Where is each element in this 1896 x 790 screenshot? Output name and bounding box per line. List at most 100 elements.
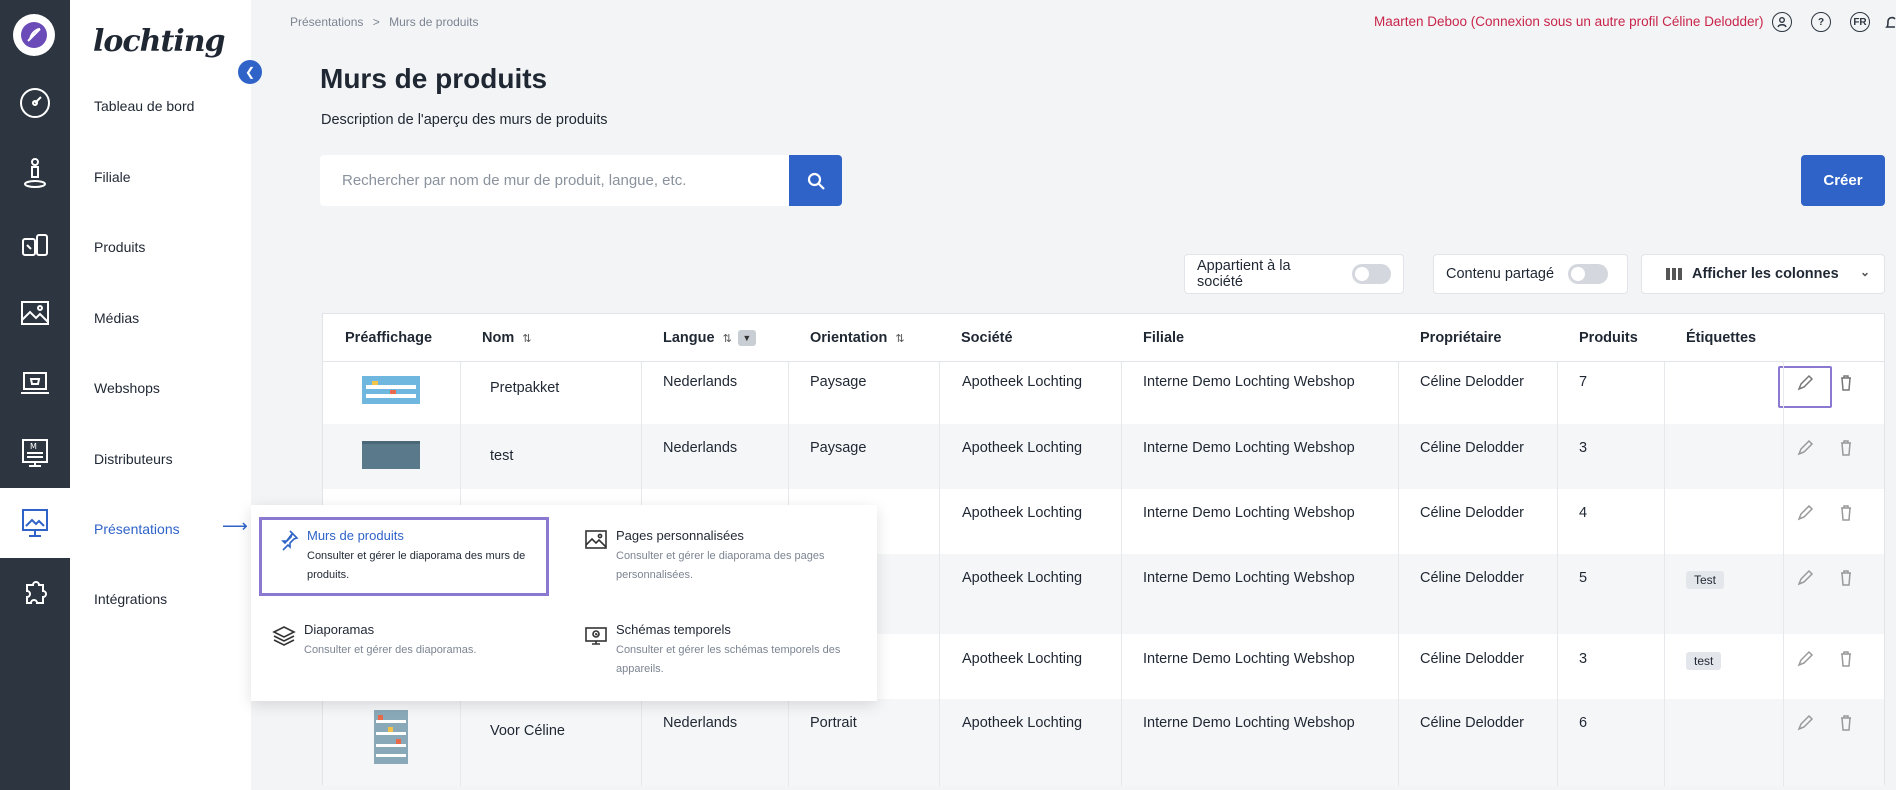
distributor-icon[interactable]: M [0, 418, 70, 488]
page-title: Murs de produits [320, 63, 548, 94]
header-name[interactable]: Nom ⇅ [482, 330, 531, 346]
row-owner: Céline Delodder [1420, 374, 1524, 390]
collapse-menu-button[interactable]: ❮ [238, 60, 262, 84]
company-filter: Appartient à la société [1184, 254, 1404, 294]
sidebar-item-dashboard[interactable]: Tableau de bord [94, 98, 194, 114]
user-impersonation-text[interactable]: Maarten Deboo (Connexion sous un autre p… [1374, 14, 1763, 29]
trash-icon[interactable] [1836, 373, 1856, 393]
language-selector[interactable]: FR [1850, 12, 1870, 32]
submenu-description: Consulter et gérer des diaporamas. [304, 644, 477, 656]
header-orientation-label: Orientation [810, 330, 888, 346]
sidebar-item-presentations[interactable]: Présentations [94, 521, 180, 537]
header-preview: Préaffichage [345, 330, 433, 346]
create-button[interactable]: Créer [1801, 155, 1885, 206]
schedule-icon [585, 627, 607, 645]
row-name: Pretpakket [490, 380, 560, 396]
row-orientation: Paysage [810, 440, 867, 456]
columns-label: Afficher les colonnes [1692, 266, 1839, 282]
header-products: Produits [1579, 330, 1638, 346]
search-icon [807, 172, 825, 190]
search-button[interactable] [789, 155, 842, 206]
row-owner: Céline Delodder [1420, 651, 1524, 667]
branch-icon[interactable] [0, 138, 70, 208]
column-divider [1664, 362, 1665, 786]
submenu-custom-pages[interactable]: Pages personnalisées Consulter et gérer … [574, 517, 864, 596]
row-branch: Interne Demo Lochting Webshop [1143, 505, 1355, 521]
media-icon[interactable] [0, 278, 70, 348]
row-company: Apotheek Lochting [962, 651, 1083, 667]
products-icon[interactable] [0, 208, 70, 278]
row-products: 3 [1579, 440, 1588, 456]
webshop-icon[interactable] [0, 348, 70, 418]
shared-filter: Contenu partagé [1433, 254, 1628, 294]
tag-badge: test [1686, 652, 1722, 670]
brand-logo: lochting [93, 24, 226, 59]
breadcrumb-presentations[interactable]: Présentations [290, 15, 363, 29]
sidebar-item-media[interactable]: Médias [94, 310, 139, 326]
breadcrumb: Présentations > Murs de produits [290, 15, 484, 29]
trash-icon[interactable] [1836, 503, 1856, 523]
preview-thumbnail[interactable] [362, 441, 420, 469]
preview-thumbnail[interactable] [374, 710, 408, 764]
trash-icon[interactable] [1836, 568, 1856, 588]
row-products: 6 [1579, 715, 1588, 731]
shared-toggle[interactable] [1568, 264, 1609, 284]
row-products: 7 [1579, 374, 1588, 390]
row-branch: Interne Demo Lochting Webshop [1143, 651, 1355, 667]
trash-icon[interactable] [1836, 438, 1856, 458]
column-divider [939, 362, 940, 786]
table-row[interactable]: test Nederlands Paysage Apotheek Lochtin… [323, 424, 1884, 489]
app-logo-icon[interactable] [13, 14, 55, 56]
trash-icon[interactable] [1836, 713, 1856, 733]
sidebar-item-integrations[interactable]: Intégrations [94, 591, 167, 607]
trash-icon[interactable] [1836, 649, 1856, 669]
edit-icon[interactable] [1795, 568, 1815, 588]
sidebar-item-branch[interactable]: Filiale [94, 169, 131, 185]
bell-icon[interactable] [1883, 12, 1896, 37]
header-language-label: Langue [663, 330, 715, 346]
breadcrumb-current: Murs de produits [389, 15, 479, 29]
filter-icon[interactable]: ▼ [737, 330, 756, 347]
table-row[interactable]: Voor Céline Nederlands Portrait Apotheek… [323, 699, 1884, 786]
columns-icon [1666, 268, 1682, 280]
submenu-slideshows[interactable]: Diaporamas Consulter et gérer des diapor… [262, 612, 552, 691]
submenu-schedules[interactable]: Schémas temporels Consulter et gérer les… [574, 612, 864, 691]
submenu-title: Pages personnalisées [616, 528, 744, 543]
row-language: Nederlands [663, 374, 738, 390]
integrations-icon[interactable] [0, 558, 70, 628]
edit-icon[interactable] [1795, 438, 1815, 458]
sidebar-item-distributors[interactable]: Distributeurs [94, 451, 173, 467]
row-company: Apotheek Lochting [962, 570, 1083, 586]
company-toggle[interactable] [1351, 264, 1391, 284]
row-orientation: Paysage [810, 374, 867, 390]
preview-thumbnail[interactable] [362, 376, 420, 404]
columns-dropdown[interactable]: Afficher les colonnes ⌄ [1641, 254, 1885, 294]
header-language[interactable]: Langue ⇅ ▼ [663, 330, 756, 347]
edit-icon[interactable] [1795, 649, 1815, 669]
sidebar-item-webshops[interactable]: Webshops [94, 380, 160, 396]
row-owner: Céline Delodder [1420, 440, 1524, 456]
header-branch: Filiale [1143, 330, 1185, 346]
presentations-icon[interactable] [0, 488, 70, 558]
row-company: Apotheek Lochting [962, 440, 1083, 456]
edit-icon[interactable] [1795, 713, 1815, 733]
search-input[interactable] [320, 155, 789, 206]
dashboard-icon[interactable] [0, 68, 70, 138]
row-language: Nederlands [663, 715, 738, 731]
edit-icon[interactable] [1795, 503, 1815, 523]
table-row[interactable]: Pretpakket Nederlands Paysage Apotheek L… [323, 362, 1884, 424]
column-divider [1783, 362, 1784, 786]
sidebar-item-products[interactable]: Produits [94, 239, 145, 255]
help-icon[interactable]: ? [1811, 12, 1831, 32]
header-orientation[interactable]: Orientation ⇅ [810, 330, 905, 346]
row-owner: Céline Delodder [1420, 505, 1524, 521]
svg-text:M: M [30, 442, 37, 451]
row-owner: Céline Delodder [1420, 715, 1524, 731]
chevron-down-icon: ⌄ [1859, 265, 1870, 279]
edit-icon[interactable] [1795, 373, 1815, 393]
table-header: Préaffichage Nom ⇅ Langue ⇅ ▼ Orientation ⇅ … [323, 314, 1884, 362]
presentations-submenu: Murs de produits Consulter et gérer le d… [251, 505, 877, 701]
submenu-title: Murs de produits [307, 528, 404, 543]
user-profile-icon[interactable] [1772, 12, 1792, 32]
submenu-product-walls[interactable]: Murs de produits Consulter et gérer le d… [259, 517, 549, 596]
